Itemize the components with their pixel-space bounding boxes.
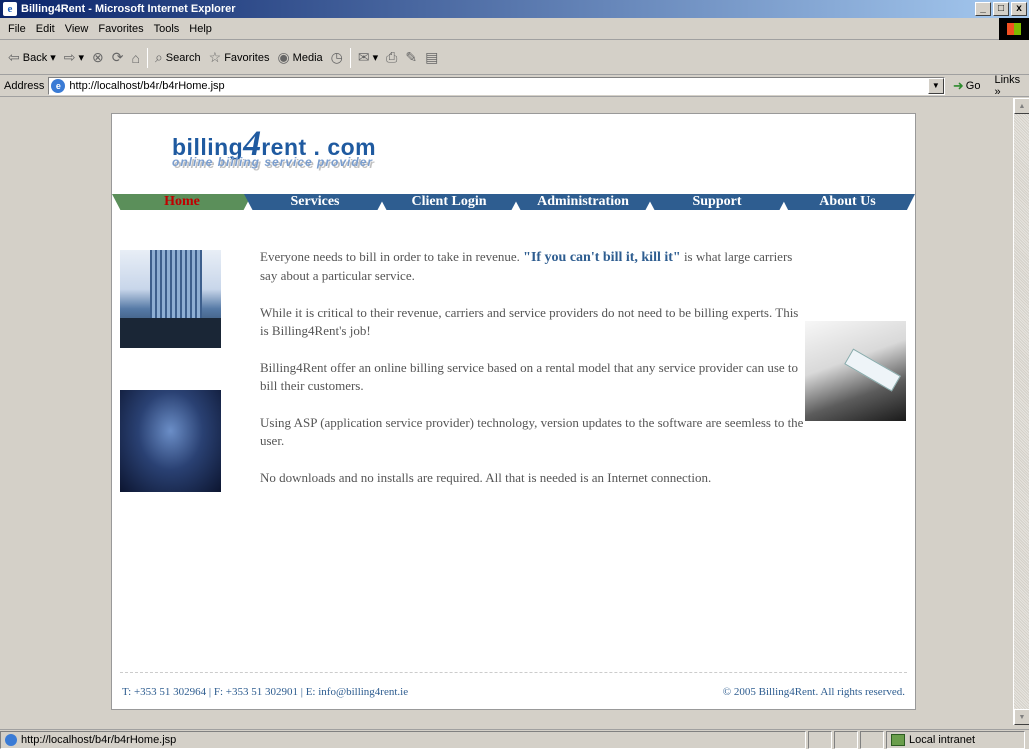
- discuss-button[interactable]: ▤: [421, 47, 442, 69]
- chevron-down-icon: ▾: [372, 52, 379, 64]
- mail-icon: ✉: [357, 49, 370, 65]
- menu-edit[interactable]: Edit: [31, 23, 60, 35]
- status-cell: [860, 730, 884, 749]
- history-button[interactable]: ◷: [327, 47, 347, 69]
- menu-bar: File Edit View Favorites Tools Help: [0, 18, 1029, 40]
- nav-tab-administration[interactable]: Administration: [512, 194, 654, 210]
- keyboard-image: [120, 390, 221, 492]
- toolbar-separator: [349, 47, 351, 68]
- print-button[interactable]: ⎙: [382, 47, 401, 69]
- paragraph-1: Everyone needs to bill in order to take …: [260, 249, 793, 283]
- nav-tab-home[interactable]: Home: [112, 194, 252, 210]
- address-dropdown-button[interactable]: ▼: [927, 77, 944, 94]
- media-label: Media: [292, 51, 323, 64]
- paragraph-5: No downloads and no installs are require…: [260, 470, 712, 485]
- links-button[interactable]: Links »: [994, 74, 1029, 98]
- windows-logo-icon: [999, 18, 1029, 40]
- nav-tab-about-us[interactable]: About Us: [780, 194, 915, 210]
- paragraph-2: While it is critical to their revenue, c…: [260, 305, 799, 338]
- home-button[interactable]: ⌂: [127, 47, 143, 69]
- ie-icon: e: [3, 2, 17, 16]
- go-button[interactable]: ➜ Go: [953, 78, 981, 94]
- site-nav: Home Services Client Login Administratio…: [112, 194, 915, 210]
- scroll-up-button[interactable]: ▲: [1014, 98, 1029, 114]
- home-icon: ⌂: [131, 49, 140, 66]
- favorites-button[interactable]: ☆ Favorites: [205, 47, 274, 69]
- search-icon: ⌕: [154, 49, 163, 65]
- address-input[interactable]: e http://localhost/b4r/b4rHome.jsp ▼: [48, 76, 945, 95]
- history-icon: ◷: [330, 49, 343, 65]
- back-button[interactable]: ⇦ Back ▾: [4, 47, 60, 69]
- chevron-down-icon: ▾: [78, 52, 84, 64]
- edit-icon: ✎: [405, 49, 418, 65]
- menu-help[interactable]: Help: [184, 23, 217, 35]
- footer-copyright: © 2005 Billing4Rent. All rights reserved…: [722, 686, 905, 698]
- address-bar: Address e http://localhost/b4r/b4rHome.j…: [0, 74, 1029, 98]
- browser-viewport: billing4rent . com online billing servic…: [0, 98, 1029, 725]
- toolbar: ⇦ Back ▾ ⇨ ▾ ⊗ ⟳ ⌂ ⌕ Search ☆ Favorites …: [0, 41, 1029, 75]
- scroll-down-button[interactable]: ▼: [1014, 709, 1029, 725]
- status-text: http://localhost/b4r/b4rHome.jsp: [0, 730, 806, 749]
- refresh-button[interactable]: ⟳: [108, 47, 128, 69]
- page-icon: e: [51, 78, 66, 93]
- minimize-button[interactable]: _: [975, 2, 991, 16]
- paragraph-3: Billing4Rent offer an online billing ser…: [260, 360, 799, 393]
- menu-favorites[interactable]: Favorites: [93, 23, 148, 35]
- toolbar-separator: [146, 47, 148, 68]
- site-logo[interactable]: billing4rent . com online billing servic…: [172, 125, 472, 184]
- close-button[interactable]: x: [1011, 2, 1027, 16]
- intro-text: Everyone needs to bill in order to take …: [260, 248, 805, 506]
- media-button[interactable]: ◉ Media: [273, 47, 326, 69]
- page-icon: [5, 733, 17, 746]
- nav-tab-services[interactable]: Services: [244, 194, 386, 210]
- usb-plug-image: [805, 321, 906, 421]
- security-zone: Local intranet: [886, 730, 1025, 749]
- intranet-zone-icon: [891, 733, 905, 746]
- footer-divider: [120, 672, 907, 673]
- window-controls: _ □ x: [975, 2, 1027, 16]
- status-cell: [834, 730, 858, 749]
- vertical-scrollbar[interactable]: ▲ ▼: [1013, 98, 1029, 725]
- mail-button[interactable]: ✉ ▾: [354, 47, 382, 69]
- favorites-label: Favorites: [224, 51, 270, 64]
- status-cell: [808, 730, 832, 749]
- stop-icon: ⊗: [92, 49, 104, 65]
- nav-tab-support[interactable]: Support: [646, 194, 788, 210]
- quote: "If you can't bill it, kill it": [523, 250, 681, 265]
- forward-arrow-icon: ⇨: [63, 49, 76, 65]
- address-url: http://localhost/b4r/b4rHome.jsp: [69, 79, 225, 92]
- window-titlebar: e Billing4Rent - Microsoft Internet Expl…: [0, 0, 1029, 18]
- search-label: Search: [165, 51, 201, 64]
- web-page: billing4rent . com online billing servic…: [111, 113, 916, 710]
- chevron-down-icon: ▾: [50, 52, 56, 64]
- status-bar: http://localhost/b4r/b4rHome.jsp Local i…: [0, 729, 1029, 749]
- go-arrow-icon: ➜: [952, 77, 964, 93]
- paragraph-4: Using ASP (application service provider)…: [260, 415, 804, 448]
- edit-button[interactable]: ✎: [401, 47, 421, 69]
- print-icon: ⎙: [386, 49, 398, 65]
- stop-button[interactable]: ⊗: [88, 47, 108, 69]
- logo-tagline: online billing service provider: [172, 155, 374, 169]
- back-label: Back: [22, 51, 48, 64]
- back-arrow-icon: ⇦: [8, 49, 20, 65]
- menu-file[interactable]: File: [3, 23, 31, 35]
- document-icon: ▤: [425, 49, 439, 65]
- media-icon: ◉: [277, 49, 290, 65]
- nav-tab-client-login[interactable]: Client Login: [378, 194, 520, 210]
- refresh-icon: ⟳: [111, 49, 124, 65]
- maximize-button[interactable]: □: [993, 2, 1009, 16]
- favorites-icon: ☆: [208, 49, 222, 65]
- footer-contact: T: +353 51 302964 | F: +353 51 302901 | …: [122, 686, 409, 698]
- window-title: Billing4Rent - Microsoft Internet Explor…: [21, 3, 236, 15]
- go-label: Go: [965, 79, 981, 92]
- forward-button[interactable]: ⇨ ▾: [60, 47, 88, 69]
- search-button[interactable]: ⌕ Search: [151, 47, 205, 69]
- menu-tools[interactable]: Tools: [149, 23, 185, 35]
- menu-view[interactable]: View: [60, 23, 94, 35]
- address-label: Address: [4, 79, 45, 92]
- office-building-image: [120, 250, 221, 348]
